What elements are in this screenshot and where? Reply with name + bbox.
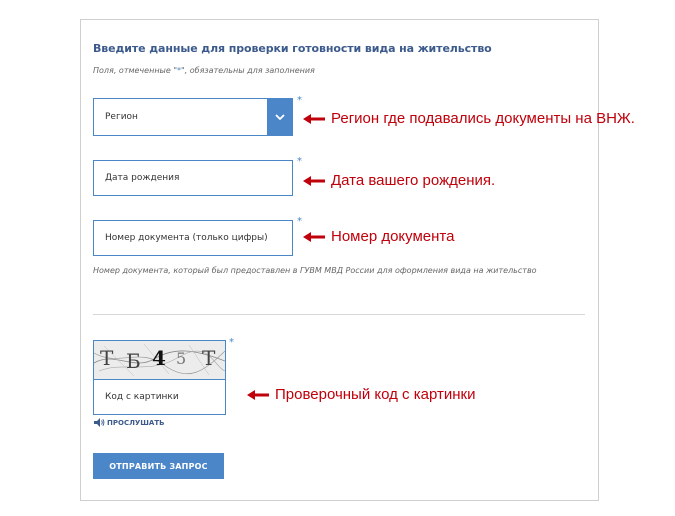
arrow-left-icon bbox=[247, 389, 269, 400]
annotation-birth: Дата вашего рождения. bbox=[303, 172, 495, 189]
region-select-value: Регион bbox=[105, 112, 138, 122]
chevron-down-icon bbox=[275, 113, 285, 120]
annotation-doc: Номер документа bbox=[303, 228, 454, 245]
region-select-toggle[interactable] bbox=[267, 98, 293, 136]
captcha-placeholder: Код с картинки bbox=[105, 392, 179, 402]
captcha-char: Б bbox=[126, 349, 141, 373]
captcha-char: Т bbox=[202, 346, 216, 370]
captcha-box: Т Б 4 5 Т Код с картинки bbox=[93, 340, 226, 415]
captcha-char: 4 bbox=[152, 346, 166, 370]
birth-required-star: * bbox=[297, 156, 302, 167]
annotation-region-text: Регион где подавались документы на ВНЖ. bbox=[331, 110, 635, 127]
document-hint: Номер документа, который был предоставле… bbox=[93, 266, 537, 275]
submit-button[interactable]: ОТПРАВИТЬ ЗАПРОС bbox=[93, 453, 224, 479]
annotation-captcha-text: Проверочный код с картинки bbox=[275, 386, 476, 403]
captcha-input[interactable]: Код с картинки bbox=[94, 380, 225, 414]
annotation-captcha: Проверочный код с картинки bbox=[247, 386, 475, 403]
region-select[interactable]: Регион bbox=[93, 98, 293, 136]
arrow-left-icon bbox=[303, 231, 325, 242]
form-panel bbox=[80, 19, 599, 501]
region-required-star: * bbox=[297, 95, 302, 106]
captcha-image: Т Б 4 5 Т bbox=[94, 341, 225, 380]
annotation-region: Регион где подавались документы на ВНЖ. bbox=[303, 110, 635, 127]
annotation-doc-text: Номер документа bbox=[331, 228, 455, 245]
doc-required-star: * bbox=[297, 216, 302, 227]
birth-date-placeholder: Дата рождения bbox=[105, 173, 180, 183]
speaker-icon bbox=[94, 418, 105, 427]
document-number-field[interactable]: Номер документа (только цифры) bbox=[93, 220, 293, 256]
listen-label: ПРОСЛУШАТЬ bbox=[107, 418, 165, 427]
captcha-required-star: * bbox=[229, 337, 234, 348]
document-number-placeholder: Номер документа (только цифры) bbox=[105, 233, 268, 243]
captcha-char: Т bbox=[100, 346, 114, 370]
annotation-birth-text: Дата вашего рождения. bbox=[331, 172, 496, 189]
required-note-prefix: Поля, отмеченные " bbox=[93, 66, 178, 75]
required-note: Поля, отмеченные "*", обязательны для за… bbox=[93, 66, 315, 75]
required-note-suffix: ", обязательны для заполнения bbox=[181, 66, 315, 75]
form-title: Введите данные для проверки готовности в… bbox=[93, 42, 492, 55]
birth-date-field[interactable]: Дата рождения bbox=[93, 160, 293, 196]
arrow-left-icon bbox=[303, 175, 325, 186]
divider bbox=[93, 314, 585, 315]
arrow-left-icon bbox=[303, 113, 325, 124]
captcha-char: 5 bbox=[176, 349, 187, 368]
listen-link[interactable]: ПРОСЛУШАТЬ bbox=[94, 418, 164, 427]
